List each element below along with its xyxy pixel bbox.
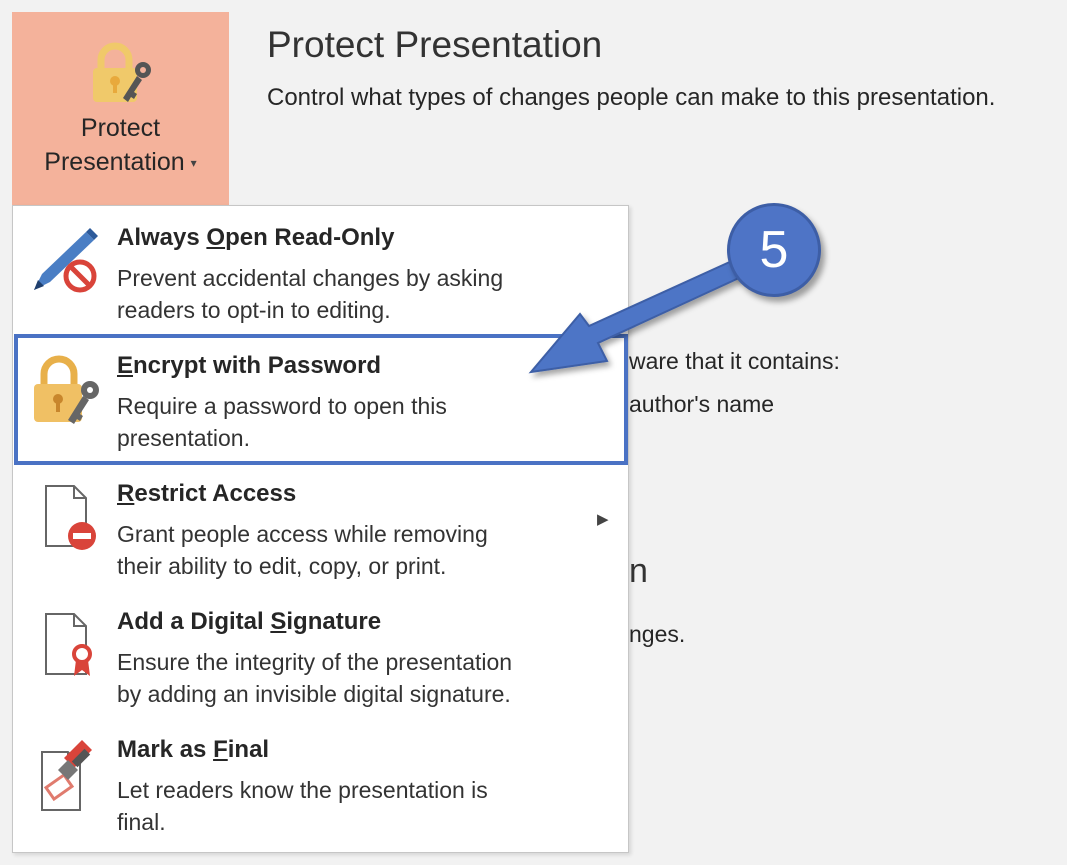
menu-item-description: Ensure the integrity of the presentation… xyxy=(117,649,513,707)
submenu-arrow-icon: ▶ xyxy=(597,511,609,528)
title-part: ignature xyxy=(286,608,382,635)
menu-item-title: Mark as Final xyxy=(117,736,269,764)
page-title: Protect Presentation xyxy=(267,24,603,65)
menu-item-description: Let readers know the presentation is fin… xyxy=(117,777,488,835)
menu-item-title: Always Open Read-Only xyxy=(117,224,394,252)
stamp-icon xyxy=(41,740,92,811)
highlight-box xyxy=(14,334,628,465)
access-key: S xyxy=(270,608,287,635)
section-heading-fragment: n xyxy=(629,552,648,590)
document-restrict-icon xyxy=(45,485,96,550)
step-number-badge: 5 xyxy=(727,203,821,297)
menu-item-add-digital-signature[interactable]: Add a Digital Signature Ensure the integ… xyxy=(13,608,628,718)
protect-presentation-button[interactable]: Protect Presentation ▾ xyxy=(12,12,229,207)
lock-key-icon xyxy=(93,42,151,102)
protect-button-label-line2: Presentation ▾ xyxy=(12,148,229,177)
inspect-text-line1: ware that it contains: xyxy=(629,348,840,374)
access-key: R xyxy=(117,480,135,507)
chevron-down-icon: ▾ xyxy=(190,156,197,171)
menu-item-mark-as-final[interactable]: Mark as Final Let readers know the prese… xyxy=(13,736,628,846)
title-part: Mark as xyxy=(117,736,214,763)
access-key: O xyxy=(206,224,226,251)
protect-button-label-text: Presentation xyxy=(44,148,185,176)
title-part: Add a Digital xyxy=(117,608,271,635)
page-subtitle: Control what types of changes people can… xyxy=(267,84,996,111)
title-part: Always xyxy=(117,224,207,251)
menu-item-description: Grant people access while removing their… xyxy=(117,521,488,579)
menu-item-always-open-read-only[interactable]: Always Open Read-Only Prevent accidental… xyxy=(13,224,628,334)
title-part: pen Read-Only xyxy=(225,224,395,251)
protect-presentation-menu: Always Open Read-Only Prevent accidental… xyxy=(12,205,629,853)
protect-button-label-line1: Protect xyxy=(80,114,161,142)
title-part: estrict Access xyxy=(134,480,297,507)
access-key: F xyxy=(213,736,228,763)
pencil-no-icon xyxy=(34,228,98,293)
menu-item-title: Restrict Access xyxy=(117,480,296,508)
menu-item-description: Prevent accidental changes by asking rea… xyxy=(117,265,504,323)
menu-item-title: Add a Digital Signature xyxy=(117,608,381,636)
document-ribbon-icon xyxy=(45,613,92,676)
section-text-fragment: nges. xyxy=(629,621,686,647)
menu-item-restrict-access[interactable]: Restrict Access Grant people access whil… xyxy=(13,480,628,590)
title-part: inal xyxy=(227,736,270,763)
inspect-text-line2: author's name xyxy=(629,391,775,417)
